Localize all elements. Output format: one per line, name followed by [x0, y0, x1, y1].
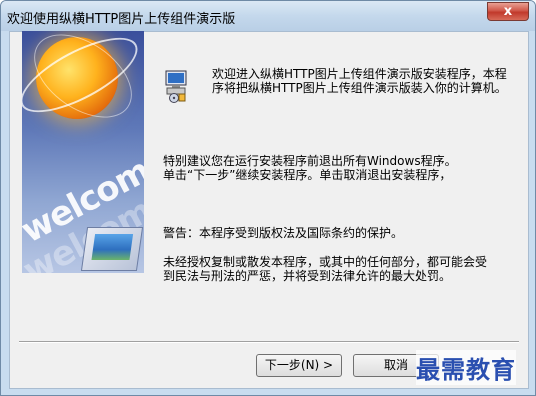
welcome-banner-image: welcom welcom: [22, 31, 144, 273]
title-bar[interactable]: 欢迎使用纵横HTTP图片上传组件演示版 x: [1, 1, 535, 31]
setup-computer-icon: [165, 70, 187, 103]
next-button[interactable]: 下一步(N) >: [256, 354, 342, 377]
installer-window: 欢迎使用纵横HTTP图片上传组件演示版 x welcom welcom 欢迎进入…: [0, 0, 536, 396]
software-box-graphic: [80, 227, 144, 271]
photo-graphic: [91, 234, 134, 260]
close-button[interactable]: x: [487, 2, 529, 21]
close-icon: x: [503, 4, 513, 19]
warning-text: 警告：本程序受到版权法及国际条约的保护。: [163, 226, 404, 240]
legal-text: 未经授权复制或散发本程序，或其中的任何部分，都可能会受到民法与刑法的严惩，并将受…: [163, 255, 488, 283]
watermark-logo-text: 最需教育: [416, 350, 516, 385]
advice-text: 特别建议您在运行安装程序前退出所有Windows程序。 单击“下一步”继续安装程…: [163, 154, 457, 182]
window-title: 欢迎使用纵横HTTP图片上传组件演示版: [7, 12, 236, 27]
intro-text: 欢迎进入纵横HTTP图片上传组件演示版安装程序，本程序将把纵横HTTP图片上传组…: [212, 67, 507, 95]
button-separator: [19, 341, 519, 343]
